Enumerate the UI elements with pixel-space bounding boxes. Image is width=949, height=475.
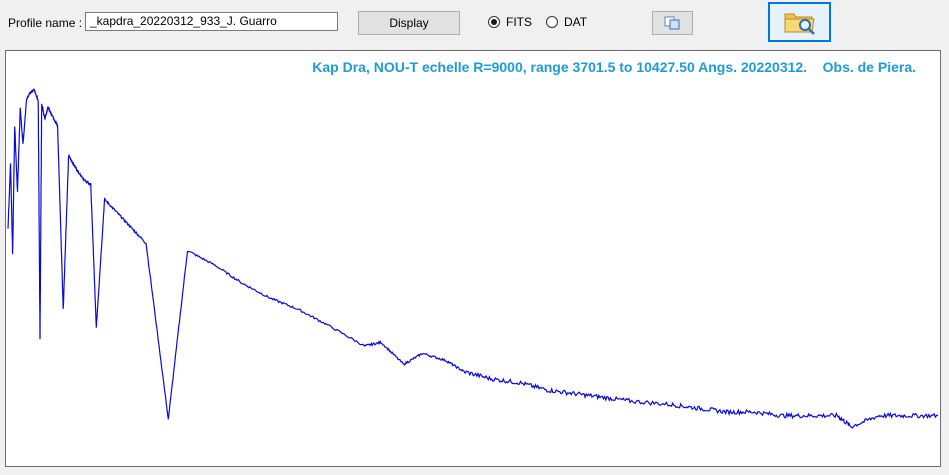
spectrum-line xyxy=(7,88,939,429)
plot-title: Kap Dra, NOU-T echelle R=9000, range 370… xyxy=(312,59,916,75)
toolbar: Profile name : _kapdra_20220312_933_J. G… xyxy=(0,0,949,48)
copy-button[interactable] xyxy=(652,11,693,35)
radio-dat[interactable]: DAT xyxy=(546,15,587,29)
profile-name-label: Profile name : xyxy=(8,16,83,30)
radio-fits-label: FITS xyxy=(506,15,532,29)
profile-name-input[interactable]: _kapdra_20220312_933_J. Guarro xyxy=(85,12,338,31)
display-button[interactable]: Display xyxy=(358,11,460,35)
spectrum-plot: Kap Dra, NOU-T echelle R=9000, range 370… xyxy=(5,50,941,467)
spectrum-chart xyxy=(7,88,939,429)
radio-dat-label: DAT xyxy=(564,15,588,29)
open-file-button[interactable] xyxy=(768,2,831,42)
radio-fits-indicator[interactable] xyxy=(488,16,500,28)
copy-icon xyxy=(664,16,679,30)
radio-fits[interactable]: FITS xyxy=(488,15,532,29)
folder-search-icon xyxy=(784,13,815,35)
radio-dat-indicator[interactable] xyxy=(546,16,558,28)
